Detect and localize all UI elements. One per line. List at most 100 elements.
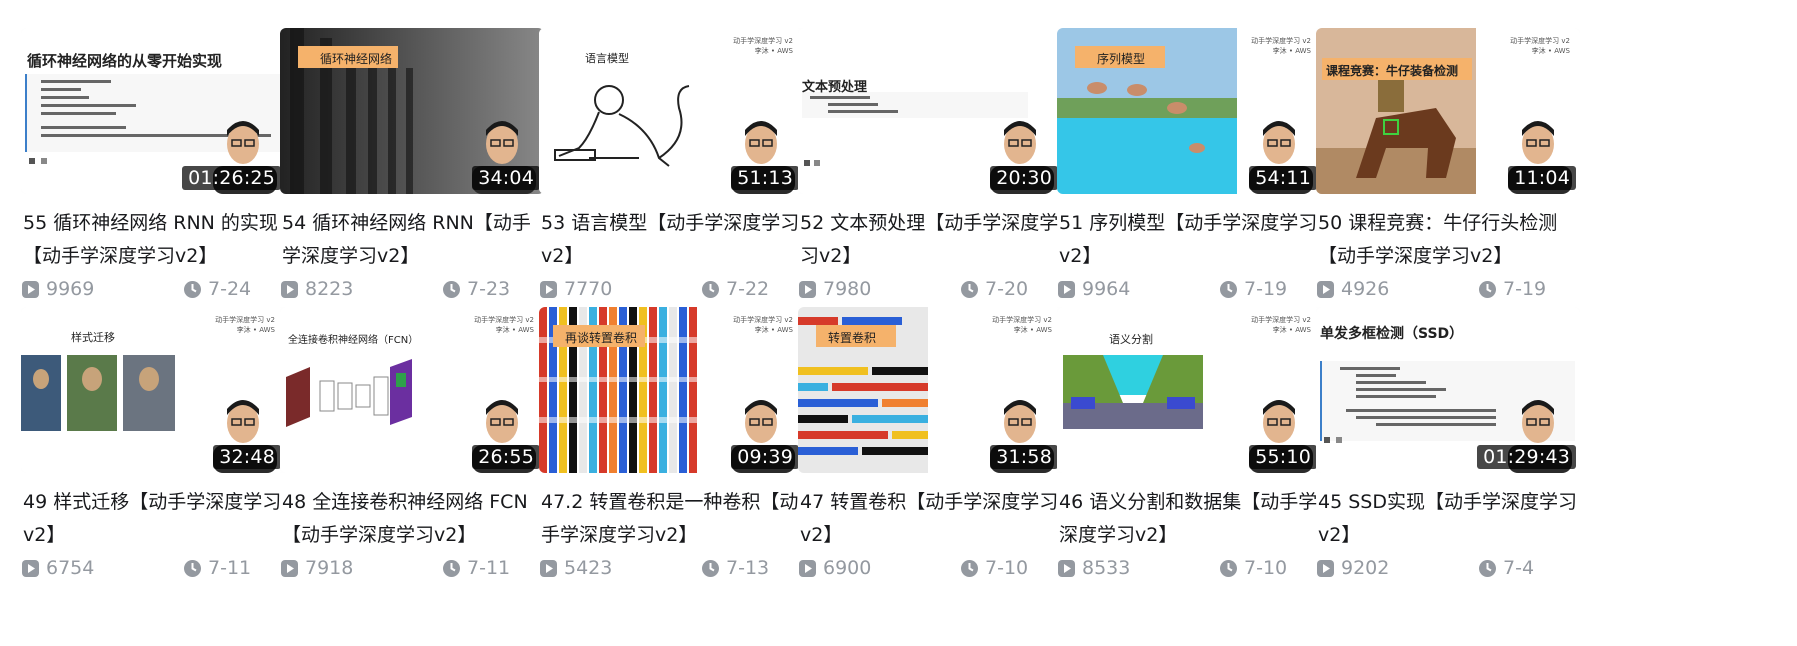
video-title[interactable]: 45 SSD实现【动手学深度学习v2】 xyxy=(1316,486,1580,552)
video-grid: 循环神经网络的从零开始实现 01:26:25 55 循环神经网络 RNN 的实现… xyxy=(0,0,1797,646)
play-count-icon xyxy=(22,559,39,577)
clock-icon xyxy=(1220,280,1237,298)
course-badge: 动手学深度学习 v2 李沐 • AWS xyxy=(215,316,275,334)
course-badge: 动手学深度学习 v2 李沐 • AWS xyxy=(474,316,534,334)
video-title[interactable]: 51 序列模型【动手学深度学习v2】 xyxy=(1057,207,1321,273)
video-stats: 5423 7-13 xyxy=(539,557,803,583)
play-count-icon xyxy=(1317,559,1334,577)
publish-date-value: 7-13 xyxy=(726,557,770,579)
view-count: 9969 xyxy=(21,278,94,300)
video-title[interactable]: 47 转置卷积【动手学深度学习v2】 xyxy=(798,486,1062,552)
video-title[interactable]: 47.2 转置卷积是一种卷积【动手学深度学习v2】 xyxy=(539,486,803,552)
publish-date-value: 7-19 xyxy=(1244,278,1288,300)
publish-date: 7-13 xyxy=(701,557,769,579)
view-count: 8533 xyxy=(1057,557,1130,579)
clock-icon xyxy=(443,559,460,577)
video-card[interactable]: 样式迁移 动手学深度学习 v2 李沐 • AWS 32:48 49 样式迁移【动手… xyxy=(21,307,285,583)
publish-date: 7-24 xyxy=(183,278,251,300)
video-thumbnail[interactable]: 全连接卷积神经网络（FCN） 动手学深度学习 v2 李沐 • AWS 26:55 xyxy=(280,307,544,473)
video-thumbnail[interactable]: 语言模型 动手学深度学习 v2 李沐 • AWS 51:13 xyxy=(539,28,803,194)
video-stats: 8223 7-23 xyxy=(280,278,544,304)
video-title[interactable]: 53 语言模型【动手学深度学习v2】 xyxy=(539,207,803,273)
video-card[interactable]: 文本预处理 20:30 52 文本预处理【动手学深度学习v2】 7980 7-2… xyxy=(798,28,1062,304)
video-title[interactable]: 54 循环神经网络 RNN【动手学深度学习v2】 xyxy=(280,207,544,273)
video-card[interactable]: 课程竞赛：牛仔装备检测 动手学深度学习 v2 李沐 • AWS 11:04 50 … xyxy=(1316,28,1580,304)
video-duration: 01:29:43 xyxy=(1477,445,1576,469)
clock-icon xyxy=(1220,559,1237,577)
video-card[interactable]: 转置卷积 动手学深度学习 v2 李沐 • AWS 31:58 47 转置卷积【动手… xyxy=(798,307,1062,583)
slide-title: 语义分割 xyxy=(1109,333,1153,346)
slide-title: 转置卷积 xyxy=(828,331,877,345)
video-title[interactable]: 46 语义分割和数据集【动手学深度学习v2】 xyxy=(1057,486,1321,552)
slide-title: 语言模型 xyxy=(585,52,629,65)
video-thumbnail[interactable]: 单发多框检测（SSD） 01:29:43 xyxy=(1316,307,1580,473)
video-title[interactable]: 50 课程竞赛：牛仔行头检测【动手学深度学习v2】 xyxy=(1316,207,1580,273)
view-count: 8223 xyxy=(280,278,353,300)
video-card[interactable]: 再谈转置卷积 动手学深度学习 v2 李沐 • AWS 09:39 47.2 转置卷… xyxy=(539,307,803,583)
slide-title: 循环神经网络 xyxy=(320,52,393,66)
video-stats: 9202 7-4 xyxy=(1316,557,1580,583)
course-badge: 动手学深度学习 v2 李沐 • AWS xyxy=(733,316,793,334)
publish-date: 7-11 xyxy=(183,557,251,579)
video-card[interactable]: 语义分割 动手学深度学习 v2 李沐 • AWS 55:10 46 语义分割和数据… xyxy=(1057,307,1321,583)
view-count-value: 7918 xyxy=(305,557,354,579)
slide-title: 文本预处理 xyxy=(802,80,868,95)
video-thumbnail[interactable]: 样式迁移 动手学深度学习 v2 李沐 • AWS 32:48 xyxy=(21,307,285,473)
video-card[interactable]: 单发多框检测（SSD） 01:29:43 45 SSD实现【动手学深度学习v2】… xyxy=(1316,307,1580,583)
publish-date-value: 7-23 xyxy=(467,278,511,300)
video-card[interactable]: 语言模型 动手学深度学习 v2 李沐 • AWS 51:13 53 语言模型【动手… xyxy=(539,28,803,304)
video-card[interactable]: 循环神经网络的从零开始实现 01:26:25 55 循环神经网络 RNN 的实现… xyxy=(21,28,285,304)
video-title[interactable]: 52 文本预处理【动手学深度学习v2】 xyxy=(798,207,1062,273)
publish-date: 7-10 xyxy=(1219,557,1287,579)
clock-icon xyxy=(184,559,201,577)
video-duration: 09:39 xyxy=(731,445,799,469)
video-title[interactable]: 55 循环神经网络 RNN 的实现【动手学深度学习v2】 xyxy=(21,207,285,273)
publish-date-value: 7-10 xyxy=(1244,557,1288,579)
publish-date: 7-20 xyxy=(960,278,1028,300)
play-count-icon xyxy=(22,280,39,298)
video-thumbnail[interactable]: 文本预处理 20:30 xyxy=(798,28,1062,194)
publish-date: 7-4 xyxy=(1478,557,1534,579)
publish-date: 7-23 xyxy=(442,278,510,300)
video-stats: 6754 7-11 xyxy=(21,557,285,583)
play-count-icon xyxy=(1058,559,1075,577)
video-duration: 01:26:25 xyxy=(182,166,281,190)
slide-title: 样式迁移 xyxy=(71,331,115,344)
publish-date-value: 7-19 xyxy=(1503,278,1547,300)
video-duration: 26:55 xyxy=(472,445,540,469)
video-duration: 11:04 xyxy=(1508,166,1576,190)
play-count-icon xyxy=(540,559,557,577)
view-count-value: 5423 xyxy=(564,557,613,579)
view-count-value: 9969 xyxy=(46,278,95,300)
video-thumbnail[interactable]: 循环神经网络 34:04 xyxy=(280,28,544,194)
video-card[interactable]: 序列模型 动手学深度学习 v2 李沐 • AWS 54:11 51 序列模型【动手… xyxy=(1057,28,1321,304)
video-stats: 6900 7-10 xyxy=(798,557,1062,583)
video-title[interactable]: 48 全连接卷积神经网络 FCN【动手学深度学习v2】 xyxy=(280,486,544,552)
video-duration: 51:13 xyxy=(731,166,799,190)
play-count-icon xyxy=(540,280,557,298)
video-thumbnail[interactable]: 语义分割 动手学深度学习 v2 李沐 • AWS 55:10 xyxy=(1057,307,1321,473)
play-count-icon xyxy=(799,280,816,298)
video-thumbnail[interactable]: 课程竞赛：牛仔装备检测 动手学深度学习 v2 李沐 • AWS 11:04 xyxy=(1316,28,1580,194)
view-count: 9964 xyxy=(1057,278,1130,300)
video-thumbnail[interactable]: 再谈转置卷积 动手学深度学习 v2 李沐 • AWS 09:39 xyxy=(539,307,803,473)
play-count-icon xyxy=(799,559,816,577)
video-thumbnail[interactable]: 序列模型 动手学深度学习 v2 李沐 • AWS 54:11 xyxy=(1057,28,1321,194)
publish-date: 7-11 xyxy=(442,557,510,579)
course-badge: 动手学深度学习 v2 李沐 • AWS xyxy=(733,37,793,55)
view-count-value: 8223 xyxy=(305,278,354,300)
video-card[interactable]: 循环神经网络 34:04 54 循环神经网络 RNN【动手学深度学习v2】 82… xyxy=(280,28,544,304)
view-count-value: 4926 xyxy=(1341,278,1390,300)
view-count-value: 6900 xyxy=(823,557,872,579)
video-card[interactable]: 全连接卷积神经网络（FCN） 动手学深度学习 v2 李沐 • AWS 26:55 … xyxy=(280,307,544,583)
video-title[interactable]: 49 样式迁移【动手学深度学习v2】 xyxy=(21,486,285,552)
publish-date-value: 7-24 xyxy=(208,278,252,300)
video-duration: 34:04 xyxy=(472,166,540,190)
video-thumbnail[interactable]: 转置卷积 动手学深度学习 v2 李沐 • AWS 31:58 xyxy=(798,307,1062,473)
video-thumbnail[interactable]: 循环神经网络的从零开始实现 01:26:25 xyxy=(21,28,285,194)
slide-title: 全连接卷积神经网络（FCN） xyxy=(288,335,419,346)
publish-date-value: 7-11 xyxy=(467,557,511,579)
video-duration: 31:58 xyxy=(990,445,1058,469)
course-badge: 动手学深度学习 v2 李沐 • AWS xyxy=(992,316,1052,334)
publish-date-value: 7-20 xyxy=(985,278,1029,300)
